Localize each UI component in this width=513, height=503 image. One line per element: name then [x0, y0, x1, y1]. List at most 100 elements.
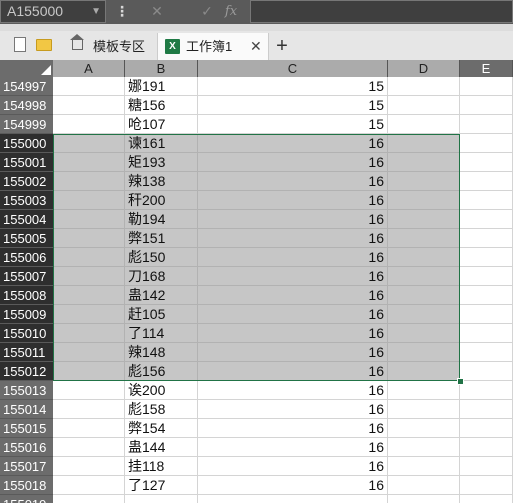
cell-b[interactable]: 诶200 [125, 381, 198, 400]
cell-c[interactable]: 16 [198, 419, 388, 438]
cell-e[interactable] [460, 115, 513, 134]
chevron-down-icon[interactable]: ▼ [91, 1, 101, 22]
cell-c[interactable]: 16 [198, 438, 388, 457]
cell-b[interactable]: 挂118 [125, 457, 198, 476]
row-header[interactable]: 155008 [0, 286, 53, 305]
cell-a[interactable] [53, 476, 125, 495]
cell-a[interactable] [53, 381, 125, 400]
cell-d[interactable] [388, 229, 460, 248]
insert-function-icon[interactable]: fx [218, 0, 244, 23]
cell-e[interactable] [460, 324, 513, 343]
cell-a[interactable] [53, 267, 125, 286]
cell-d[interactable] [388, 343, 460, 362]
cell-d[interactable] [388, 115, 460, 134]
cell-e[interactable] [460, 476, 513, 495]
row-header[interactable]: 155006 [0, 248, 53, 267]
cell-e[interactable] [460, 495, 513, 503]
cell-b[interactable]: 勒194 [125, 210, 198, 229]
column-header-d[interactable]: D [388, 60, 460, 77]
cell-e[interactable] [460, 172, 513, 191]
row-header[interactable]: 155018 [0, 476, 53, 495]
cell-c[interactable]: 16 [198, 153, 388, 172]
cell-e[interactable] [460, 457, 513, 476]
row-header[interactable]: 155009 [0, 305, 53, 324]
cell-d[interactable] [388, 362, 460, 381]
cell-a[interactable] [53, 457, 125, 476]
name-box[interactable]: A155000 ▼ [0, 0, 106, 23]
cell-b[interactable]: 了127 [125, 476, 198, 495]
cell-c[interactable] [198, 495, 388, 503]
row-header[interactable]: 154997 [0, 77, 53, 96]
cell-a[interactable] [53, 172, 125, 191]
cell-b[interactable]: 秆200 [125, 191, 198, 210]
cell-c[interactable]: 16 [198, 343, 388, 362]
column-header-c[interactable]: C [198, 60, 388, 77]
cell-e[interactable] [460, 248, 513, 267]
row-header[interactable]: 155016 [0, 438, 53, 457]
cell-e[interactable] [460, 381, 513, 400]
cell-a[interactable] [53, 438, 125, 457]
cell-b[interactable]: 矩193 [125, 153, 198, 172]
select-all-corner[interactable] [0, 60, 54, 77]
row-header[interactable]: 154999 [0, 115, 53, 134]
cell-d[interactable] [388, 305, 460, 324]
cell-a[interactable] [53, 153, 125, 172]
cell-c[interactable]: 16 [198, 267, 388, 286]
cell-e[interactable] [460, 153, 513, 172]
cell-a[interactable] [53, 210, 125, 229]
cell-d[interactable] [388, 400, 460, 419]
cell-a[interactable] [53, 248, 125, 267]
cell-a[interactable] [53, 324, 125, 343]
cell-d[interactable] [388, 476, 460, 495]
row-header[interactable]: 155007 [0, 267, 53, 286]
cell-c[interactable]: 16 [198, 400, 388, 419]
cell-d[interactable] [388, 267, 460, 286]
cell-b[interactable]: 了114 [125, 324, 198, 343]
cell-a[interactable] [53, 419, 125, 438]
fill-handle[interactable] [457, 378, 464, 385]
column-header-a[interactable]: A [53, 60, 125, 77]
cell-d[interactable] [388, 286, 460, 305]
row-header[interactable]: 155011 [0, 343, 53, 362]
cell-b[interactable]: 刀168 [125, 267, 198, 286]
cell-c[interactable]: 15 [198, 77, 388, 96]
cell-b[interactable]: 弊154 [125, 419, 198, 438]
new-tab-button[interactable]: + [272, 33, 292, 60]
cell-c[interactable]: 16 [198, 248, 388, 267]
cell-e[interactable] [460, 267, 513, 286]
cell-a[interactable] [53, 343, 125, 362]
cell-a[interactable] [53, 229, 125, 248]
cell-b[interactable] [125, 495, 198, 503]
cell-d[interactable] [388, 172, 460, 191]
row-header[interactable]: 154998 [0, 96, 53, 115]
confirm-icon[interactable]: ✓ [196, 0, 218, 23]
row-header[interactable]: 155001 [0, 153, 53, 172]
cancel-icon[interactable]: ✕ [146, 0, 168, 23]
tab-templates[interactable]: 模板专区 [64, 33, 156, 60]
cell-d[interactable] [388, 210, 460, 229]
cell-e[interactable] [460, 438, 513, 457]
cell-d[interactable] [388, 77, 460, 96]
cell-c[interactable]: 16 [198, 305, 388, 324]
cell-e[interactable] [460, 191, 513, 210]
cell-d[interactable] [388, 153, 460, 172]
row-header[interactable]: 155002 [0, 172, 53, 191]
cell-b[interactable]: 辣138 [125, 172, 198, 191]
column-header-e[interactable]: E [460, 60, 513, 77]
cell-e[interactable] [460, 77, 513, 96]
cell-a[interactable] [53, 96, 125, 115]
cell-d[interactable] [388, 438, 460, 457]
new-document-icon[interactable] [14, 37, 26, 52]
row-header[interactable]: 155003 [0, 191, 53, 210]
cell-b[interactable]: 彪158 [125, 400, 198, 419]
cell-e[interactable] [460, 362, 513, 381]
cell-b[interactable]: 蛊142 [125, 286, 198, 305]
row-header[interactable]: 155017 [0, 457, 53, 476]
row-header[interactable]: 155012 [0, 362, 53, 381]
cell-e[interactable] [460, 134, 513, 153]
cell-e[interactable] [460, 210, 513, 229]
row-header[interactable]: 155010 [0, 324, 53, 343]
column-header-b[interactable]: B [125, 60, 198, 77]
cell-c[interactable]: 16 [198, 210, 388, 229]
folder-icon[interactable] [36, 39, 52, 51]
